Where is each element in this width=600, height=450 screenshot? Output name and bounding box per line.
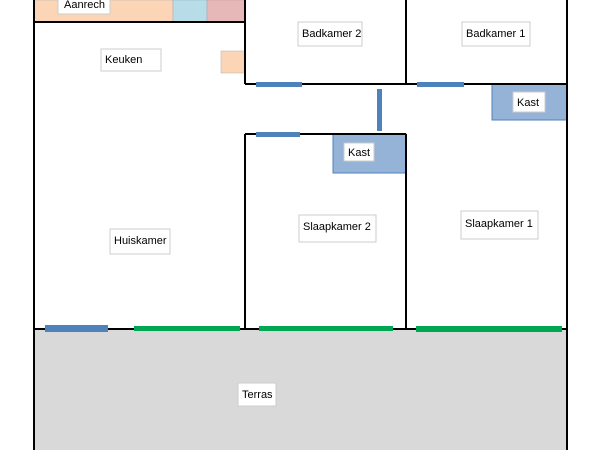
door-badkamer2 bbox=[256, 82, 302, 87]
kitchen-appliance bbox=[206, 0, 246, 23]
label-keuken: Keuken bbox=[105, 54, 142, 66]
label-slaapkamer2: Slaapkamer 2 bbox=[303, 221, 371, 233]
window-huiskamer bbox=[134, 326, 240, 331]
terrace-area bbox=[34, 329, 567, 450]
floor-plan: Aanrech Keuken Badkamer 2 Badkamer 1 Kas… bbox=[33, 0, 568, 450]
door-hall bbox=[377, 89, 382, 131]
door-terrace bbox=[45, 325, 108, 332]
window-slaapkamer1 bbox=[416, 326, 562, 332]
doors bbox=[45, 82, 464, 332]
label-aanrecht: Aanrech bbox=[64, 0, 105, 11]
door-badkamer1 bbox=[417, 82, 464, 87]
label-slaapkamer1: Slaapkamer 1 bbox=[465, 218, 533, 230]
window-slaapkamer2 bbox=[259, 326, 393, 331]
label-badkamer1: Badkamer 1 bbox=[466, 28, 525, 40]
label-badkamer2: Badkamer 2 bbox=[302, 28, 361, 40]
label-huiskamer: Huiskamer bbox=[114, 235, 167, 247]
kitchen-sink bbox=[172, 0, 208, 23]
label-terras: Terras bbox=[242, 389, 273, 401]
label-kast-mid: Kast bbox=[348, 147, 370, 159]
kitchen-counter-corner bbox=[220, 50, 246, 74]
label-kast-right: Kast bbox=[517, 97, 539, 109]
door-slaapkamer2 bbox=[256, 132, 300, 137]
